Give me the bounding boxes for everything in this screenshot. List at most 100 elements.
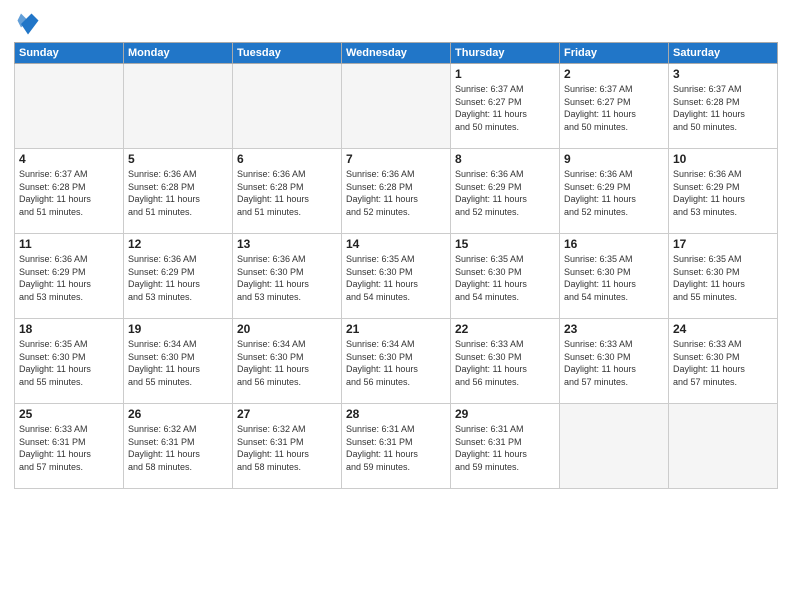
week-row-3: 18 Sunrise: 6:35 AM Sunset: 6:30 PM Dayli… — [15, 319, 778, 404]
day-info: Sunrise: 6:36 AM Sunset: 6:28 PM Dayligh… — [346, 168, 446, 218]
day-info: Sunrise: 6:31 AM Sunset: 6:31 PM Dayligh… — [455, 423, 555, 473]
logo — [14, 10, 46, 38]
day-number: 15 — [455, 237, 555, 251]
week-row-1: 4 Sunrise: 6:37 AM Sunset: 6:28 PM Daylig… — [15, 149, 778, 234]
day-info: Sunrise: 6:36 AM Sunset: 6:28 PM Dayligh… — [237, 168, 337, 218]
day-number: 2 — [564, 67, 664, 81]
day-number: 7 — [346, 152, 446, 166]
day-info: Sunrise: 6:35 AM Sunset: 6:30 PM Dayligh… — [346, 253, 446, 303]
calendar-header-row: SundayMondayTuesdayWednesdayThursdayFrid… — [15, 43, 778, 64]
calendar-cell: 14 Sunrise: 6:35 AM Sunset: 6:30 PM Dayli… — [342, 234, 451, 319]
calendar-cell: 21 Sunrise: 6:34 AM Sunset: 6:30 PM Dayli… — [342, 319, 451, 404]
calendar-cell: 6 Sunrise: 6:36 AM Sunset: 6:28 PM Daylig… — [233, 149, 342, 234]
day-info: Sunrise: 6:36 AM Sunset: 6:29 PM Dayligh… — [19, 253, 119, 303]
calendar-cell: 4 Sunrise: 6:37 AM Sunset: 6:28 PM Daylig… — [15, 149, 124, 234]
day-number: 9 — [564, 152, 664, 166]
week-row-4: 25 Sunrise: 6:33 AM Sunset: 6:31 PM Dayli… — [15, 404, 778, 489]
calendar-cell: 24 Sunrise: 6:33 AM Sunset: 6:30 PM Dayli… — [669, 319, 778, 404]
day-number: 6 — [237, 152, 337, 166]
calendar-cell: 27 Sunrise: 6:32 AM Sunset: 6:31 PM Dayli… — [233, 404, 342, 489]
day-header-sunday: Sunday — [15, 43, 124, 64]
day-header-monday: Monday — [124, 43, 233, 64]
calendar-table: SundayMondayTuesdayWednesdayThursdayFrid… — [14, 42, 778, 489]
day-number: 11 — [19, 237, 119, 251]
day-number: 1 — [455, 67, 555, 81]
day-number: 23 — [564, 322, 664, 336]
day-info: Sunrise: 6:37 AM Sunset: 6:28 PM Dayligh… — [673, 83, 773, 133]
day-info: Sunrise: 6:35 AM Sunset: 6:30 PM Dayligh… — [455, 253, 555, 303]
calendar-cell: 2 Sunrise: 6:37 AM Sunset: 6:27 PM Daylig… — [560, 64, 669, 149]
day-header-thursday: Thursday — [451, 43, 560, 64]
day-info: Sunrise: 6:33 AM Sunset: 6:30 PM Dayligh… — [455, 338, 555, 388]
day-number: 26 — [128, 407, 228, 421]
calendar-cell: 9Sunrise: 6:36 AM Sunset: 6:29 PM Daylig… — [560, 149, 669, 234]
day-number: 10 — [673, 152, 773, 166]
day-info: Sunrise: 6:37 AM Sunset: 6:27 PM Dayligh… — [455, 83, 555, 133]
calendar-cell — [669, 404, 778, 489]
day-info: Sunrise: 6:35 AM Sunset: 6:30 PM Dayligh… — [19, 338, 119, 388]
calendar-cell: 15 Sunrise: 6:35 AM Sunset: 6:30 PM Dayli… — [451, 234, 560, 319]
calendar-cell: 11 Sunrise: 6:36 AM Sunset: 6:29 PM Dayli… — [15, 234, 124, 319]
calendar-cell: 25 Sunrise: 6:33 AM Sunset: 6:31 PM Dayli… — [15, 404, 124, 489]
calendar-cell: 16 Sunrise: 6:35 AM Sunset: 6:30 PM Dayli… — [560, 234, 669, 319]
calendar-cell: 8Sunrise: 6:36 AM Sunset: 6:29 PM Daylig… — [451, 149, 560, 234]
calendar-cell: 20 Sunrise: 6:34 AM Sunset: 6:30 PM Dayli… — [233, 319, 342, 404]
calendar-cell: 26 Sunrise: 6:32 AM Sunset: 6:31 PM Dayli… — [124, 404, 233, 489]
day-info: Sunrise: 6:36 AM Sunset: 6:30 PM Dayligh… — [237, 253, 337, 303]
calendar-cell: 3 Sunrise: 6:37 AM Sunset: 6:28 PM Daylig… — [669, 64, 778, 149]
day-info: Sunrise: 6:37 AM Sunset: 6:28 PM Dayligh… — [19, 168, 119, 218]
calendar-cell: 12 Sunrise: 6:36 AM Sunset: 6:29 PM Dayli… — [124, 234, 233, 319]
day-header-wednesday: Wednesday — [342, 43, 451, 64]
day-number: 24 — [673, 322, 773, 336]
calendar-cell: 18 Sunrise: 6:35 AM Sunset: 6:30 PM Dayli… — [15, 319, 124, 404]
day-info: Sunrise: 6:35 AM Sunset: 6:30 PM Dayligh… — [564, 253, 664, 303]
calendar-cell: 19 Sunrise: 6:34 AM Sunset: 6:30 PM Dayli… — [124, 319, 233, 404]
day-number: 4 — [19, 152, 119, 166]
day-info: Sunrise: 6:34 AM Sunset: 6:30 PM Dayligh… — [237, 338, 337, 388]
calendar-cell: 28Sunrise: 6:31 AM Sunset: 6:31 PM Dayli… — [342, 404, 451, 489]
day-number: 18 — [19, 322, 119, 336]
calendar-cell — [233, 64, 342, 149]
day-info: Sunrise: 6:36 AM Sunset: 6:29 PM Dayligh… — [673, 168, 773, 218]
day-info: Sunrise: 6:34 AM Sunset: 6:30 PM Dayligh… — [128, 338, 228, 388]
calendar-cell: 17Sunrise: 6:35 AM Sunset: 6:30 PM Dayli… — [669, 234, 778, 319]
day-info: Sunrise: 6:36 AM Sunset: 6:29 PM Dayligh… — [455, 168, 555, 218]
day-info: Sunrise: 6:35 AM Sunset: 6:30 PM Dayligh… — [673, 253, 773, 303]
day-number: 22 — [455, 322, 555, 336]
day-number: 12 — [128, 237, 228, 251]
calendar-cell: 13 Sunrise: 6:36 AM Sunset: 6:30 PM Dayli… — [233, 234, 342, 319]
calendar-cell: 22 Sunrise: 6:33 AM Sunset: 6:30 PM Dayli… — [451, 319, 560, 404]
day-info: Sunrise: 6:33 AM Sunset: 6:31 PM Dayligh… — [19, 423, 119, 473]
calendar-cell — [560, 404, 669, 489]
day-info: Sunrise: 6:34 AM Sunset: 6:30 PM Dayligh… — [346, 338, 446, 388]
day-number: 27 — [237, 407, 337, 421]
day-number: 20 — [237, 322, 337, 336]
day-number: 19 — [128, 322, 228, 336]
day-number: 21 — [346, 322, 446, 336]
calendar-cell: 23 Sunrise: 6:33 AM Sunset: 6:30 PM Dayli… — [560, 319, 669, 404]
day-header-saturday: Saturday — [669, 43, 778, 64]
day-info: Sunrise: 6:36 AM Sunset: 6:29 PM Dayligh… — [128, 253, 228, 303]
day-number: 13 — [237, 237, 337, 251]
day-header-friday: Friday — [560, 43, 669, 64]
calendar-cell: 29Sunrise: 6:31 AM Sunset: 6:31 PM Dayli… — [451, 404, 560, 489]
day-info: Sunrise: 6:36 AM Sunset: 6:28 PM Dayligh… — [128, 168, 228, 218]
calendar-cell: 5Sunrise: 6:36 AM Sunset: 6:28 PM Daylig… — [124, 149, 233, 234]
day-info: Sunrise: 6:32 AM Sunset: 6:31 PM Dayligh… — [128, 423, 228, 473]
day-info: Sunrise: 6:37 AM Sunset: 6:27 PM Dayligh… — [564, 83, 664, 133]
day-number: 25 — [19, 407, 119, 421]
logo-icon — [14, 10, 42, 38]
day-number: 16 — [564, 237, 664, 251]
day-number: 3 — [673, 67, 773, 81]
calendar-cell — [124, 64, 233, 149]
day-number: 28 — [346, 407, 446, 421]
day-info: Sunrise: 6:32 AM Sunset: 6:31 PM Dayligh… — [237, 423, 337, 473]
calendar-cell — [15, 64, 124, 149]
calendar-cell: 7 Sunrise: 6:36 AM Sunset: 6:28 PM Daylig… — [342, 149, 451, 234]
day-info: Sunrise: 6:33 AM Sunset: 6:30 PM Dayligh… — [564, 338, 664, 388]
header — [14, 10, 778, 38]
page-container: SundayMondayTuesdayWednesdayThursdayFrid… — [0, 0, 792, 495]
day-number: 14 — [346, 237, 446, 251]
calendar-cell: 10 Sunrise: 6:36 AM Sunset: 6:29 PM Dayli… — [669, 149, 778, 234]
day-info: Sunrise: 6:33 AM Sunset: 6:30 PM Dayligh… — [673, 338, 773, 388]
